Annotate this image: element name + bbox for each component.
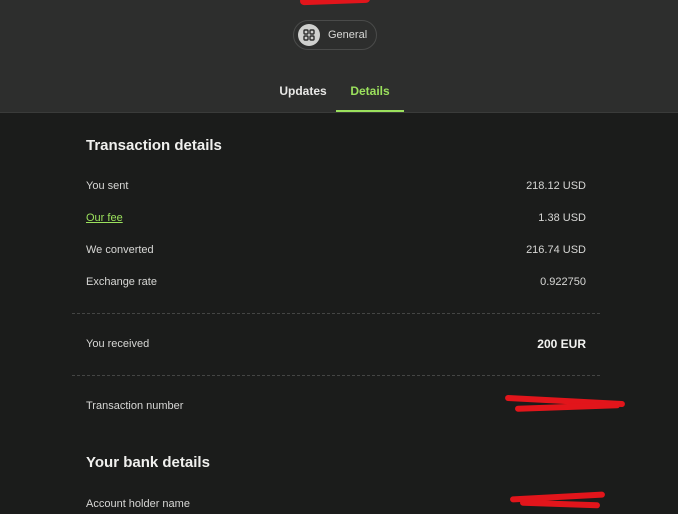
tab-updates-label: Updates (279, 84, 327, 98)
row-label: We converted (86, 244, 154, 256)
section-divider (72, 375, 600, 376)
row-label: Exchange rate (86, 276, 157, 288)
section-divider (72, 313, 600, 314)
category-chip[interactable]: General (293, 20, 377, 50)
row-label: You received (86, 338, 150, 350)
redaction-mark (299, 0, 371, 6)
row-we-converted: We converted 216.74 USD (86, 240, 586, 260)
tab-bar: Updates Details (0, 78, 678, 112)
chip-label: General (328, 29, 368, 41)
bank-details-title: Your bank details (86, 454, 210, 471)
row-value: 200 EUR (537, 337, 586, 351)
tab-details[interactable]: Details (336, 78, 404, 112)
tab-updates[interactable]: Updates (272, 78, 334, 112)
row-label: Transaction number (86, 400, 184, 412)
row-label: Account holder name (86, 498, 190, 510)
header-bar: General Updates Details (0, 0, 678, 113)
row-value: 0.922750 (540, 276, 586, 288)
transaction-details-title: Transaction details (86, 137, 222, 154)
row-you-sent: You sent 218.12 USD (86, 176, 586, 196)
row-exchange-rate: Exchange rate 0.922750 (86, 272, 586, 292)
active-tab-indicator (336, 110, 404, 112)
row-value: 218.12 USD (526, 180, 586, 192)
row-you-received: You received 200 EUR (86, 334, 586, 354)
row-value: 216.74 USD (526, 244, 586, 256)
tab-details-label: Details (350, 84, 390, 98)
grid-icon (298, 24, 320, 46)
row-value: 1.38 USD (538, 212, 586, 224)
row-label: You sent (86, 180, 129, 192)
row-our-fee: Our fee 1.38 USD (86, 208, 586, 228)
our-fee-link[interactable]: Our fee (86, 212, 123, 224)
